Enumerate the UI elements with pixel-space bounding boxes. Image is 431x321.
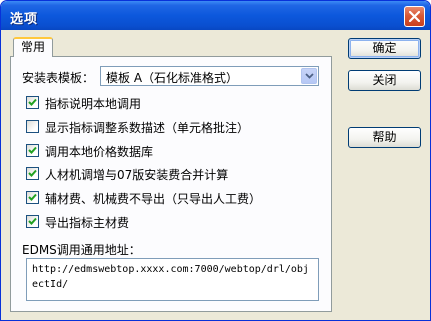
check-icon — [28, 146, 37, 154]
checkbox-label: 导出指标主材费 — [45, 216, 130, 230]
checkbox-label: 辅材费、机械费不导出（只导出人工费） — [45, 192, 262, 206]
checkbox-label: 人材机调增与07版安装费合并计算 — [45, 168, 229, 182]
checkbox[interactable] — [26, 215, 39, 228]
template-select[interactable]: 模板 A（石化标准格式） — [100, 66, 319, 86]
check-icon — [28, 169, 37, 177]
close-dialog-button[interactable]: 关闭 — [348, 70, 421, 91]
window-title: 选项 — [10, 12, 39, 27]
chevron-down-icon — [305, 73, 314, 79]
help-button[interactable]: 帮助 — [348, 127, 421, 148]
checkbox-label: 调用本地价格数据库 — [45, 145, 154, 159]
edms-address-field[interactable]: http://edmswebtop.xxxx.com:7000/webtop/d… — [26, 258, 319, 301]
checkbox[interactable] — [26, 191, 39, 204]
check-icon — [28, 98, 37, 106]
ok-button[interactable]: 确定 — [348, 38, 421, 59]
close-icon — [409, 11, 420, 22]
checkbox[interactable] — [26, 120, 39, 133]
title-bar[interactable]: 选项 — [1, 1, 430, 30]
checkbox[interactable] — [26, 144, 39, 157]
options-dialog: 选项 常用 安装表模板： 模板 A（石化标准格式） 指标说明本地调用 显示指标调… — [0, 0, 431, 321]
dropdown-button[interactable] — [301, 68, 317, 84]
checkbox[interactable] — [26, 167, 39, 180]
template-label: 安装表模板： — [22, 71, 95, 85]
check-icon — [28, 217, 37, 225]
tab-general[interactable]: 常用 — [13, 37, 53, 57]
edms-label: EDMS调用通用地址： — [22, 243, 141, 257]
checkbox-label: 指标说明本地调用 — [45, 97, 142, 111]
close-button[interactable] — [404, 6, 425, 27]
template-select-value: 模板 A（石化标准格式） — [106, 71, 239, 85]
check-icon — [28, 193, 37, 201]
checkbox[interactable] — [26, 96, 39, 109]
checkbox-label: 显示指标调整系数描述（单元格批注） — [45, 121, 250, 135]
